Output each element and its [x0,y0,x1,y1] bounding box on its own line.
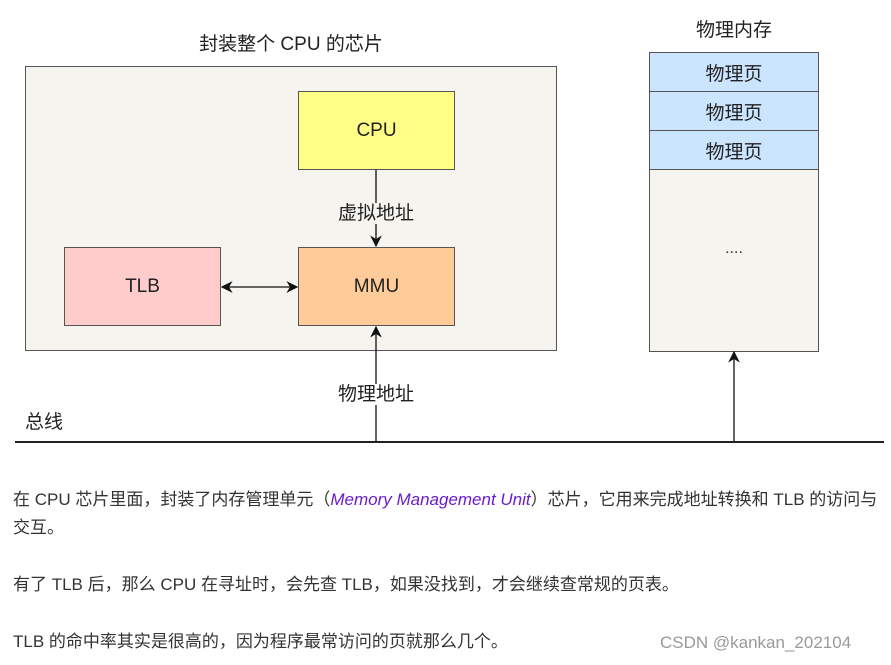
physical-address-label: 物理地址 [336,384,415,405]
bus-label: 总线 [25,412,64,433]
mmu-term-link[interactable]: Memory Management Unit [330,490,530,509]
connectors [15,170,884,443]
paragraph-tlb-lookup: 有了 TLB 后，那么 CPU 在寻址时，会先查 TLB，如果没找到，才会继续查… [13,575,679,594]
paragraph-mmu: 在 CPU 芯片里面，封装了内存管理单元（Memory Management U… [13,490,878,537]
virtual-address-label: 虚拟地址 [336,203,415,224]
watermark: CSDN @kankan_202104 [660,633,852,652]
